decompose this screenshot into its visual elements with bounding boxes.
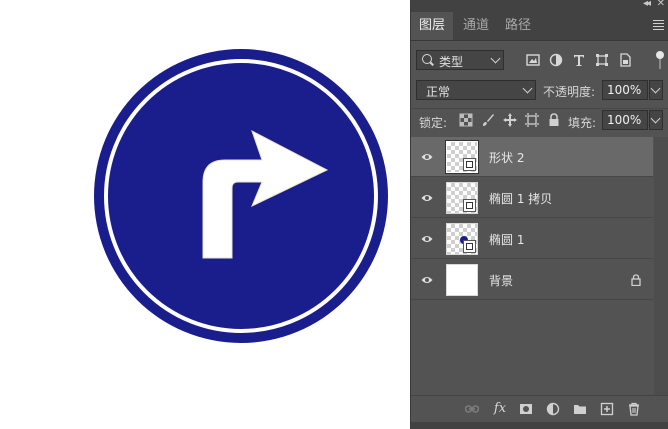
layer-lock-icon[interactable] bbox=[631, 274, 641, 286]
shape-layer-icon bbox=[463, 240, 476, 253]
chevron-down-icon bbox=[650, 113, 661, 124]
chevron-down-icon bbox=[650, 83, 661, 94]
opacity-slider-button[interactable] bbox=[649, 80, 663, 100]
visibility-eye-icon[interactable] bbox=[421, 233, 433, 245]
filter-toggle-switch[interactable] bbox=[655, 50, 665, 70]
filter-shape-layers-icon[interactable] bbox=[595, 53, 609, 67]
layer-thumbnail bbox=[445, 140, 479, 174]
divider bbox=[411, 108, 668, 109]
blend-mode-value: 正常 bbox=[426, 85, 451, 99]
filter-smart-objects-icon[interactable] bbox=[618, 53, 632, 67]
layer-list: 形状 2 椭圆 1 拷贝 椭圆 1 背景 bbox=[411, 137, 668, 395]
layer-row-background[interactable]: 背景 bbox=[411, 260, 653, 300]
layer-thumbnail bbox=[446, 182, 478, 214]
layer-name[interactable]: 椭圆 1 bbox=[489, 231, 524, 248]
panel-menu-icon[interactable] bbox=[653, 18, 664, 32]
lock-transparent-pixels-icon[interactable] bbox=[459, 113, 473, 127]
search-icon bbox=[422, 54, 432, 64]
visibility-eye-icon[interactable] bbox=[421, 192, 433, 204]
fill-input[interactable]: 100% bbox=[602, 110, 648, 130]
blend-mode-select[interactable]: 正常 bbox=[416, 80, 536, 100]
visibility-eye-icon[interactable] bbox=[421, 151, 433, 163]
filter-type-layers-icon[interactable] bbox=[572, 53, 586, 67]
lock-all-icon[interactable] bbox=[547, 113, 561, 127]
layer-filter-select[interactable]: 类型 bbox=[416, 50, 504, 70]
fill-label: 填充: bbox=[568, 116, 597, 130]
opacity-input[interactable]: 100% bbox=[602, 80, 648, 100]
new-layer-icon[interactable] bbox=[600, 402, 614, 416]
panel-footer-strip bbox=[411, 422, 668, 429]
panel-tab-bar: 图层 通道 路径 bbox=[411, 12, 668, 41]
filter-adjustment-layers-icon[interactable] bbox=[549, 53, 563, 67]
delete-layer-trash-icon[interactable] bbox=[627, 402, 641, 416]
traffic-sign-artwork bbox=[94, 49, 388, 343]
layer-row-shape-2[interactable]: 形状 2 bbox=[411, 137, 653, 177]
new-adjustment-layer-icon[interactable] bbox=[546, 402, 560, 416]
sign-outer-circle bbox=[94, 49, 388, 343]
layer-name[interactable]: 形状 2 bbox=[489, 149, 524, 166]
layer-name[interactable]: 椭圆 1 拷贝 bbox=[489, 190, 552, 207]
layers-bottom-toolbar: fx bbox=[411, 395, 668, 422]
layer-row-ellipse-1-copy[interactable]: 椭圆 1 拷贝 bbox=[411, 178, 653, 218]
layers-panel: ◂◂ ✕ 图层 通道 路径 类型 正常 不透明度: 100% 锁定: 填充: 1… bbox=[410, 0, 668, 429]
layer-row-ellipse-1[interactable]: 椭圆 1 bbox=[411, 219, 653, 259]
link-layers-icon[interactable] bbox=[465, 402, 479, 416]
opacity-label: 不透明度: bbox=[543, 85, 596, 99]
filter-kind-label: 类型 bbox=[439, 55, 464, 69]
layer-list-scrollbar[interactable] bbox=[654, 137, 668, 395]
lock-image-pixels-icon[interactable] bbox=[481, 113, 495, 127]
filter-pixel-layers-icon[interactable] bbox=[526, 53, 540, 67]
tab-paths[interactable]: 路径 bbox=[497, 12, 539, 40]
layer-style-fx-icon[interactable]: fx bbox=[493, 402, 507, 416]
document-canvas[interactable] bbox=[0, 0, 410, 429]
fill-slider-button[interactable] bbox=[649, 110, 663, 130]
shape-layer-icon bbox=[463, 158, 476, 171]
collapse-panel-icon[interactable]: ◂◂ bbox=[643, 0, 651, 9]
new-group-folder-icon[interactable] bbox=[573, 402, 587, 416]
lock-position-icon[interactable] bbox=[503, 113, 517, 127]
add-layer-mask-icon[interactable] bbox=[519, 402, 533, 416]
close-panel-icon[interactable]: ✕ bbox=[657, 0, 665, 9]
chevron-down-icon bbox=[522, 83, 533, 94]
tab-layers[interactable]: 图层 bbox=[411, 12, 454, 40]
layer-name[interactable]: 背景 bbox=[489, 272, 513, 289]
lock-label: 锁定: bbox=[419, 116, 448, 130]
visibility-eye-icon[interactable] bbox=[421, 274, 433, 286]
chevron-down-icon bbox=[490, 53, 501, 64]
panel-title-bar: ◂◂ ✕ bbox=[411, 0, 668, 12]
shape-layer-icon bbox=[463, 199, 476, 212]
lock-artboard-icon[interactable] bbox=[525, 113, 539, 127]
tab-channels[interactable]: 通道 bbox=[455, 12, 497, 40]
layer-thumbnail bbox=[446, 223, 478, 255]
layer-thumbnail bbox=[446, 264, 478, 296]
